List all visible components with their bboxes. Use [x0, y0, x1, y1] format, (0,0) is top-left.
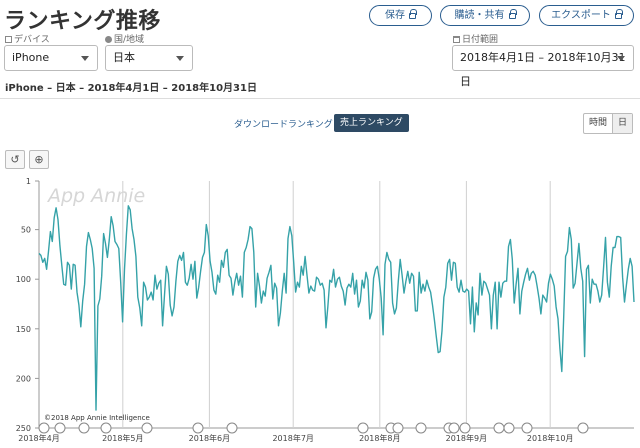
annotation-marker	[503, 422, 515, 434]
y-tick-label: 50	[21, 226, 31, 235]
x-tick-label: 2018年4月	[18, 433, 59, 443]
reset-zoom-button[interactable]: ↺	[5, 150, 25, 169]
globe-icon	[105, 36, 112, 43]
device-icon	[5, 36, 12, 43]
reset-icon: ↺	[10, 153, 20, 166]
annotation-marker	[521, 422, 533, 434]
report-subtitle: iPhone – 日本 – 2018年4月1日 – 2018年10月31日	[5, 83, 257, 94]
date-range-select[interactable]: 2018年4月1日 – 2018年10月31日	[452, 45, 634, 88]
y-tick-label: 200	[16, 374, 31, 383]
annotation-marker	[192, 422, 204, 434]
date-filter-label-text: 日付範囲	[462, 35, 499, 45]
save-button-label: 保存	[385, 10, 405, 21]
zoom-button[interactable]: ⊕	[29, 150, 49, 169]
tab-revenue-ranking[interactable]: 売上ランキング	[334, 114, 409, 132]
date-range-value: 2018年4月1日 – 2018年10月31日	[460, 51, 626, 88]
annotation-marker	[448, 422, 460, 434]
share-button[interactable]: 購読・共有	[440, 5, 530, 26]
y-tick-label: 150	[16, 325, 31, 334]
y-tick-label: 100	[16, 275, 31, 284]
divider	[0, 98, 640, 99]
tab-downloads-ranking[interactable]: ダウンロードランキング	[234, 117, 333, 130]
annotation-marker	[459, 422, 471, 434]
annotation-marker	[100, 422, 112, 434]
annotation-marker	[415, 422, 427, 434]
annotation-marker	[38, 422, 50, 434]
chart-grid	[38, 181, 634, 429]
granularity-toggle: 時間 日	[583, 113, 634, 134]
export-button-label: エクスポート	[551, 10, 611, 21]
annotation-marker	[392, 422, 404, 434]
x-tick-label: 2018年8月	[359, 433, 400, 443]
x-tick-label: 2018年9月	[446, 433, 487, 443]
device-select-value: iPhone	[12, 51, 50, 64]
chart-watermark: App Annie	[46, 185, 145, 207]
country-select-value: 日本	[113, 51, 135, 64]
chevron-down-icon	[176, 56, 184, 61]
annotation-marker	[78, 422, 90, 434]
ranking-series-line	[38, 205, 635, 411]
country-filter-label-text: 国/地域	[114, 35, 145, 45]
copyright-text: ©2018 App Annie Intelligence	[44, 414, 150, 422]
page-title: ランキング推移	[4, 9, 161, 34]
calendar-icon	[453, 36, 460, 43]
granularity-hourly-button[interactable]: 時間	[584, 114, 612, 133]
annotation-marker	[226, 422, 238, 434]
x-tick-label: 2018年6月	[189, 433, 230, 443]
zoom-icon: ⊕	[34, 153, 44, 166]
device-filter-label: デバイス	[5, 32, 50, 45]
ranking-chart[interactable]: App Annie 150100150200250 2018年4月 2018年5月…	[0, 170, 640, 448]
date-filter-label: 日付範囲	[453, 32, 498, 45]
annotation-marker	[141, 422, 153, 434]
y-tick-label: 1	[26, 177, 31, 186]
share-button-label: 購読・共有	[454, 10, 505, 21]
lock-icon	[409, 9, 417, 19]
chevron-down-icon	[617, 56, 625, 61]
country-filter-label: 国/地域	[105, 32, 144, 45]
x-tick-label: 2018年5月	[102, 433, 143, 443]
granularity-daily-button[interactable]: 日	[612, 114, 633, 133]
country-select[interactable]: 日本	[105, 45, 193, 71]
device-select[interactable]: iPhone	[4, 45, 98, 71]
lock-icon	[614, 9, 623, 19]
device-filter-label-text: デバイス	[14, 35, 50, 45]
save-button[interactable]: 保存	[369, 5, 432, 26]
x-tick-label: 2018年7月	[272, 433, 313, 443]
annotation-marker	[577, 422, 589, 434]
y-tick-label: 250	[16, 424, 31, 433]
annotation-marker	[54, 422, 66, 434]
x-axis: 2018年4月 2018年5月 2018年6月 2018年7月 2018年8月 2018年…	[18, 433, 573, 443]
y-axis: 150100150200250	[16, 177, 39, 433]
export-button[interactable]: エクスポート	[539, 5, 634, 26]
chevron-down-icon	[81, 56, 89, 61]
lock-icon	[508, 9, 517, 19]
annotation-marker	[357, 422, 369, 434]
annotation-marker	[493, 422, 505, 434]
x-tick-label: 2018年10月	[527, 433, 574, 443]
